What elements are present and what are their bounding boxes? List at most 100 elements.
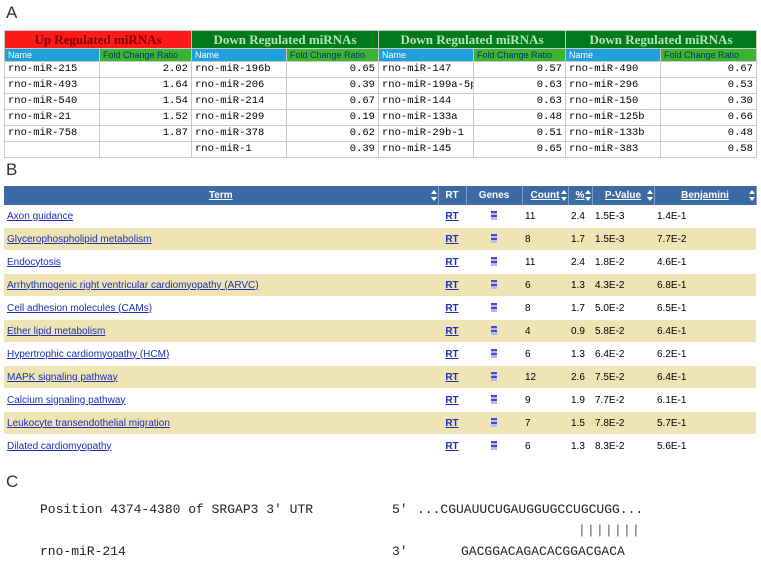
fold-change-cell: 0.48 bbox=[660, 125, 757, 142]
down-regulated-header: Down Regulated miRNAs bbox=[565, 30, 757, 49]
gene-list-icon[interactable] bbox=[491, 418, 497, 428]
target-sequence: ...CGUAUUCUGAUGGUGCCUGCUGG... bbox=[417, 502, 644, 517]
benjamini-cell: 6.2E-1 bbox=[654, 342, 756, 366]
count-cell: 11 bbox=[522, 205, 568, 228]
p-value-cell: 1.8E-2 bbox=[592, 250, 654, 274]
fold-change-cell: 0.53 bbox=[660, 77, 757, 94]
gene-list-icon[interactable] bbox=[491, 257, 497, 267]
column-header-genes[interactable]: Genes bbox=[466, 186, 523, 205]
sort-arrows-icon[interactable] bbox=[748, 190, 755, 201]
gene-list-icon[interactable] bbox=[491, 234, 497, 244]
table-row: rno-miR-1 0.39 rno-miR-145 0.65 rno-miR-383 0… bbox=[4, 141, 757, 158]
related-terms-link[interactable]: RT bbox=[445, 418, 458, 429]
mirna-name-cell: rno-miR-29b-1 bbox=[378, 125, 474, 142]
gene-list-icon[interactable] bbox=[491, 280, 497, 290]
column-header-label: Count bbox=[530, 190, 560, 201]
related-terms-link[interactable]: RT bbox=[445, 257, 458, 268]
genes-cell bbox=[466, 388, 522, 412]
p-value-cell: 8.3E-2 bbox=[592, 434, 654, 458]
percent-cell: 2.6 bbox=[568, 365, 592, 389]
rt-cell: RT bbox=[438, 388, 466, 412]
term-link[interactable]: Cell adhesion molecules (CAMs) bbox=[7, 303, 152, 314]
mirna-name-cell: rno-miR-493 bbox=[4, 77, 100, 94]
fold-change-cell: 0.58 bbox=[660, 141, 757, 158]
fold-change-cell: 1.54 bbox=[99, 93, 192, 110]
term-link[interactable]: Hypertrophic cardiomyopathy (HCM) bbox=[7, 349, 169, 360]
term-link[interactable]: Calcium signaling pathway bbox=[7, 395, 125, 406]
down-regulated-header: Down Regulated miRNAs bbox=[378, 30, 566, 49]
sort-arrows-icon[interactable] bbox=[430, 190, 437, 201]
p-value-cell: 7.8E-2 bbox=[592, 411, 654, 435]
fold-change-column-header: Fold Change Ratio bbox=[473, 48, 566, 62]
term-link[interactable]: MAPK signaling pathway bbox=[7, 372, 118, 383]
term-cell: Leukocyte transendothelial migration bbox=[4, 411, 438, 435]
column-header-term[interactable]: Term bbox=[4, 186, 439, 205]
sort-arrows-icon[interactable] bbox=[584, 190, 591, 201]
gene-list-icon[interactable] bbox=[491, 326, 497, 336]
gene-list-icon[interactable] bbox=[491, 372, 497, 382]
rt-cell: RT bbox=[438, 319, 466, 343]
table-row: Leukocyte transendothelial migration RT 7 1… bbox=[4, 411, 756, 435]
p-value-cell: 5.0E-2 bbox=[592, 296, 654, 320]
percent-cell: 1.9 bbox=[568, 388, 592, 412]
sort-arrows-icon[interactable] bbox=[560, 190, 567, 201]
term-link[interactable]: Glycerophospholipid metabolism bbox=[7, 234, 152, 245]
fold-change-cell: 0.39 bbox=[286, 77, 379, 94]
related-terms-link[interactable]: RT bbox=[445, 211, 458, 222]
column-header-rt[interactable]: RT bbox=[438, 186, 467, 205]
benjamini-cell: 4.6E-1 bbox=[654, 250, 756, 274]
term-link[interactable]: Axon guidance bbox=[7, 211, 73, 222]
gene-list-icon[interactable] bbox=[491, 395, 497, 405]
panel-label-c: C bbox=[6, 472, 19, 491]
panel-label-b: B bbox=[6, 160, 18, 179]
fold-change-column-header: Fold Change Ratio bbox=[660, 48, 757, 62]
column-header-label: % bbox=[575, 190, 585, 201]
fold-change-cell: 0.51 bbox=[473, 125, 566, 142]
table-row: rno-miR-758 1.87 rno-miR-378 0.62 rno-miR-29… bbox=[4, 125, 757, 142]
related-terms-link[interactable]: RT bbox=[445, 326, 458, 337]
related-terms-link[interactable]: RT bbox=[445, 303, 458, 314]
term-link[interactable]: Ether lipid metabolism bbox=[7, 326, 105, 337]
name-column-header: Name bbox=[378, 48, 474, 62]
related-terms-link[interactable]: RT bbox=[445, 349, 458, 360]
term-link[interactable]: Leukocyte transendothelial migration bbox=[7, 418, 170, 429]
table-row: MAPK signaling pathway RT 12 2.6 7.5E-2 6.4E-… bbox=[4, 365, 756, 389]
genes-cell bbox=[466, 342, 522, 366]
term-link[interactable]: Dilated cardiomyopathy bbox=[7, 441, 112, 452]
table-row: Calcium signaling pathway RT 9 1.9 7.7E-2 6.1… bbox=[4, 388, 756, 412]
term-link[interactable]: Arrhythmogenic right ventricular cardiom… bbox=[7, 280, 259, 291]
related-terms-link[interactable]: RT bbox=[445, 372, 458, 383]
column-header-[interactable]: % bbox=[568, 186, 593, 205]
genes-cell bbox=[466, 319, 522, 343]
fold-change-cell: 1.52 bbox=[99, 109, 192, 126]
column-header-count[interactable]: Count bbox=[522, 186, 569, 205]
fold-change-cell: 0.63 bbox=[473, 93, 566, 110]
sort-arrows-icon[interactable] bbox=[646, 190, 653, 201]
name-column-header: Name bbox=[191, 48, 287, 62]
related-terms-link[interactable]: RT bbox=[445, 395, 458, 406]
gene-list-icon[interactable] bbox=[491, 349, 497, 359]
percent-cell: 1.3 bbox=[568, 434, 592, 458]
related-terms-link[interactable]: RT bbox=[445, 234, 458, 245]
gene-list-icon[interactable] bbox=[491, 441, 497, 451]
p-value-cell: 6.4E-2 bbox=[592, 342, 654, 366]
column-header-label: Genes bbox=[478, 190, 510, 201]
mirna-name-cell: rno-miR-145 bbox=[378, 141, 474, 158]
down-regulated-header: Down Regulated miRNAs bbox=[191, 30, 379, 49]
mirna-name-cell: rno-miR-196b bbox=[191, 61, 287, 78]
term-link[interactable]: Endocytosis bbox=[7, 257, 61, 268]
genes-cell bbox=[466, 273, 522, 297]
mirna-name-cell: rno-miR-147 bbox=[378, 61, 474, 78]
gene-list-icon[interactable] bbox=[491, 211, 497, 221]
p-value-cell: 1.5E-3 bbox=[592, 227, 654, 251]
related-terms-link[interactable]: RT bbox=[445, 441, 458, 452]
benjamini-cell: 6.4E-1 bbox=[654, 319, 756, 343]
related-terms-link[interactable]: RT bbox=[445, 280, 458, 291]
gene-list-icon[interactable] bbox=[491, 303, 497, 313]
benjamini-cell: 1.4E-1 bbox=[654, 205, 756, 228]
column-header-p-value[interactable]: P-Value bbox=[592, 186, 655, 205]
column-header-benjamini[interactable]: Benjamini bbox=[654, 186, 757, 205]
count-cell: 8 bbox=[522, 227, 568, 251]
fold-change-column-header: Fold Change Ratio bbox=[99, 48, 192, 62]
fold-change-cell: 0.57 bbox=[473, 61, 566, 78]
